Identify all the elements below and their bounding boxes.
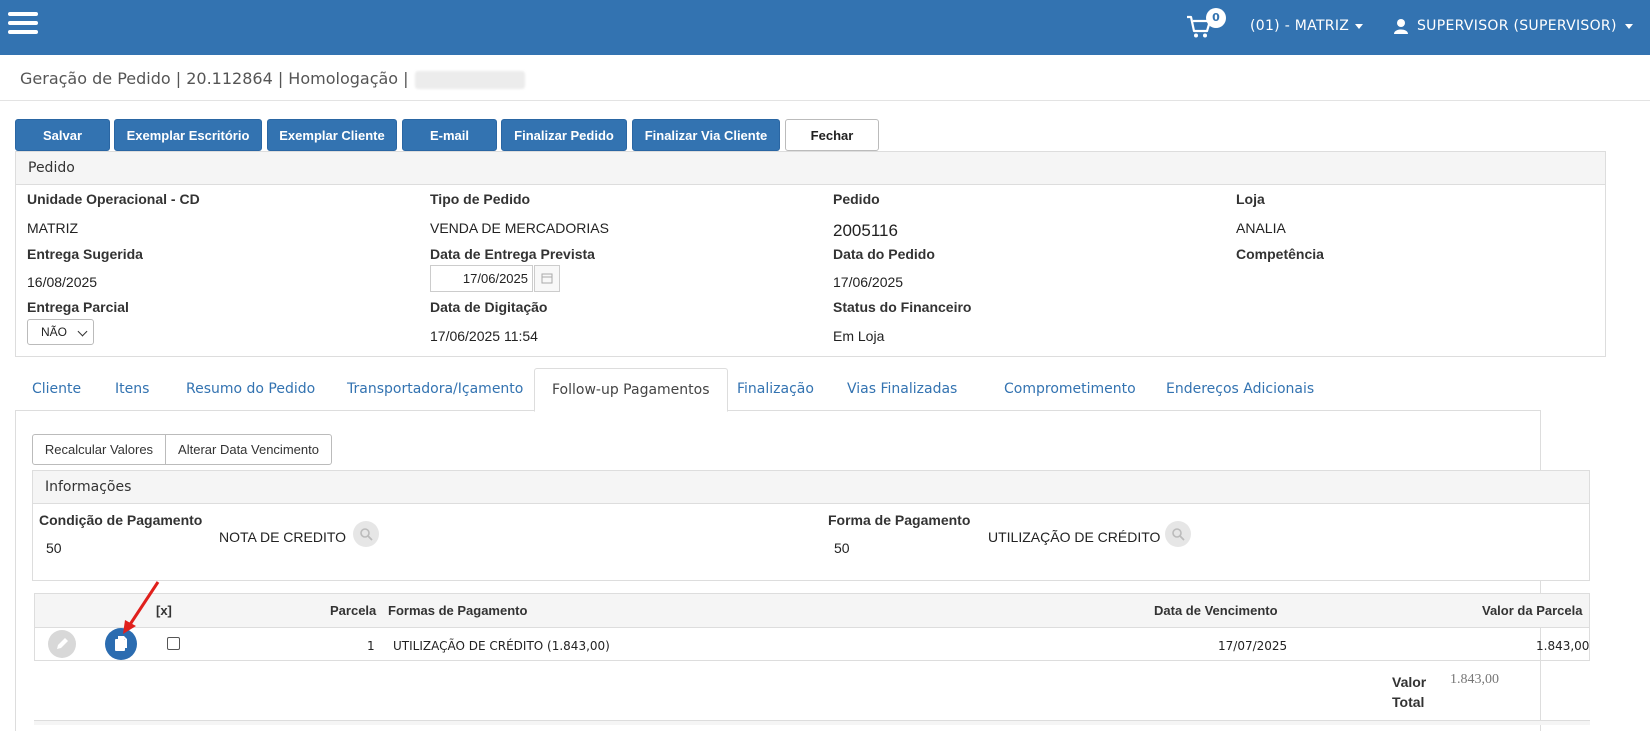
info-panel-header: Informações [33,471,1589,504]
finalize-client-copy-button[interactable]: Finalizar Via Cliente [632,119,780,151]
unit-value: MATRIZ [27,220,79,236]
search-condition-button[interactable] [353,521,379,547]
close-button[interactable]: Fechar [785,119,879,151]
finalize-order-button[interactable]: Finalizar Pedido [501,119,627,151]
installments-grid: [x] Parcela Formas de Pagamento Data de … [34,593,1590,661]
chevron-down-icon [1624,23,1633,29]
tab-comprometimento[interactable]: Comprometimento [987,368,1153,411]
grid-header [35,594,1589,628]
chevron-down-icon [1355,23,1364,29]
hamburger-menu-icon[interactable] [8,12,38,34]
search-icon [360,528,373,541]
order-date-label: Data do Pedido [833,246,935,262]
store-label: Loja [1236,191,1265,207]
page-title-text: Geração de Pedido | 20.112864 | Homologa… [20,69,409,88]
cart-count-badge: 0 [1206,8,1226,28]
payment-forms-column-header: Formas de Pagamento [388,603,528,618]
competence-label: Competência [1236,246,1324,262]
payment-method-description: UTILIZAÇÃO DE CRÉDITO [988,529,1161,545]
payment-condition-description: NOTA DE CREDITO [219,529,347,545]
chevron-down-icon [77,326,88,337]
tab-cliente[interactable]: Cliente [15,368,98,411]
row-payment-form: UTILIZAÇÃO DE CRÉDITO (1.843,00) [393,639,610,653]
tab-followup-pagamentos[interactable]: Follow-up Pagamentos [534,368,728,412]
page-title: Geração de Pedido | 20.112864 | Homologa… [20,69,525,89]
redacted-text [414,70,525,89]
user-label: SUPERVISOR (SUPERVISOR) [1417,18,1617,34]
store-value: ANALIA [1236,220,1286,236]
order-type-label: Tipo de Pedido [430,191,531,207]
order-panel-header: Pedido [16,152,1605,185]
calendar-button[interactable] [534,265,560,292]
partial-delivery-value: NÃO [41,325,68,339]
typing-date-label: Data de Digitação [430,299,548,315]
order-number-label: Pedido [833,191,880,207]
branch-selector[interactable]: (01) - MATRIZ [1250,18,1364,34]
due-date-column-header: Data de Vencimento [1154,603,1278,618]
tab-transportadora[interactable]: Transportadora/Içamento [330,368,540,411]
unit-label: Unidade Operacional - CD [27,191,200,207]
suggested-delivery-label: Entrega Sugerida [27,246,143,262]
next-section-header [34,720,1590,725]
payment-method-label: Forma de Pagamento [828,512,971,528]
financial-status-value: Em Loja [833,328,885,344]
order-type-value: VENDA DE MERCADORIAS [430,220,609,236]
payment-method-code: 50 [834,540,850,556]
client-copy-button[interactable]: Exemplar Cliente [267,119,397,151]
row-due-date: 17/07/2025 [1218,639,1288,653]
tab-vias-finalizadas[interactable]: Vias Finalizadas [830,368,974,411]
tab-finalizacao[interactable]: Finalização [720,368,831,411]
payment-condition-code: 50 [46,540,62,556]
installment-column-header: Parcela [330,603,377,618]
partial-delivery-select[interactable]: NÃO [27,319,94,345]
tab-enderecos[interactable]: Endereços Adicionais [1149,368,1331,411]
tab-resumo[interactable]: Resumo do Pedido [169,368,332,411]
typing-date-value: 17/06/2025 11:54 [430,328,538,344]
total-value: 1.843,00 [1450,672,1499,687]
search-icon [1172,528,1185,541]
recalculate-button[interactable]: Recalcular Valores [32,434,166,465]
expected-delivery-input[interactable]: 17/06/2025 [430,265,533,292]
pencil-icon [57,638,68,649]
suggested-delivery-value: 16/08/2025 [27,274,98,290]
calendar-icon [541,273,553,284]
row-installment: 1 [367,639,375,653]
expected-delivery-label: Data de Entrega Prevista [430,246,595,262]
row-select-checkbox[interactable] [167,637,180,650]
info-panel: Informações [32,470,1590,581]
order-number-value: 2005116 [833,221,898,240]
installment-value-column-header: Valor da Parcela [1482,603,1583,618]
user-menu[interactable]: SUPERVISOR (SUPERVISOR) [1393,18,1633,34]
partial-delivery-label: Entrega Parcial [27,299,129,315]
user-icon [1394,19,1408,34]
office-copy-button[interactable]: Exemplar Escritório [114,119,262,151]
row-installment-value: 1.843,00 [1536,639,1590,653]
tab-itens[interactable]: Itens [98,368,166,411]
email-button[interactable]: E-mail [402,119,497,151]
title-bar: Geração de Pedido | 20.112864 | Homologa… [0,55,1650,101]
financial-status-label: Status do Financeiro [833,299,972,315]
info-panel-title: Informações [45,479,132,495]
edit-row-button[interactable] [48,630,76,658]
order-panel-title: Pedido [28,160,75,176]
order-panel: Pedido [15,151,1606,357]
payment-condition-label: Condição de Pagamento [39,512,203,528]
search-method-button[interactable] [1165,521,1191,547]
tab-bar: Cliente Itens Resumo do Pedido Transport… [15,368,1541,412]
top-navbar: 0 (01) - MATRIZ SUPERVISOR (SUPERVISOR) [0,0,1650,55]
order-date-value: 17/06/2025 [833,274,904,290]
save-button[interactable]: Salvar [15,119,110,151]
annotation-arrow-icon [123,581,160,634]
change-due-date-button[interactable]: Alterar Data Vencimento [165,434,332,465]
total-label: Valor Total [1392,674,1427,710]
branch-label: (01) - MATRIZ [1250,18,1350,34]
